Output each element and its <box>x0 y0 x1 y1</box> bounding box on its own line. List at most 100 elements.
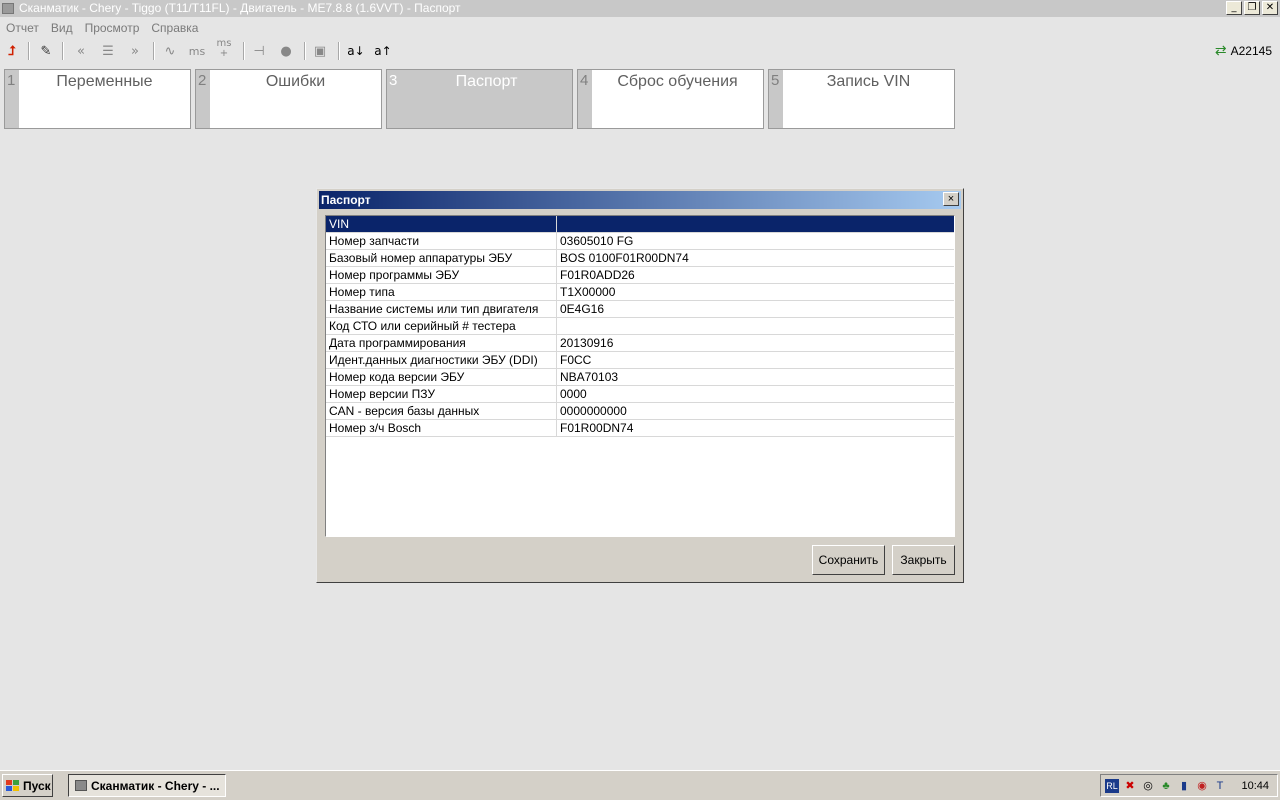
toolbar-separator <box>62 42 64 60</box>
toolbar-separator <box>243 42 245 60</box>
record-icon[interactable]: ● <box>275 41 297 61</box>
taskbar: Пуск Сканматик - Chery - ... RL ✖ ◎ ♣ ▮ … <box>0 770 1280 800</box>
toolbar-separator <box>28 42 30 60</box>
sort-down-button[interactable]: a↓ <box>345 41 367 61</box>
list-icon[interactable]: ☰ <box>97 41 119 61</box>
table-row[interactable]: Номер запчасти 03605010 FG <box>326 233 954 250</box>
ms-minus-button[interactable]: ms <box>186 41 208 61</box>
taskbar-app-button[interactable]: Сканматик - Chery - ... <box>68 774 226 797</box>
taskbar-app-label: Сканматик - Chery - ... <box>91 778 220 793</box>
save-button[interactable]: Сохранить <box>812 545 885 575</box>
toolbar-separator <box>338 42 340 60</box>
user-id: A22145 <box>1230 43 1272 58</box>
tab-variables[interactable]: 1 Переменные <box>4 69 191 129</box>
screenshot-icon[interactable]: ▣ <box>309 41 331 61</box>
row-value: 0000 <box>560 387 587 401</box>
table-row[interactable]: Номер кода версии ЭБУ NBA70103 <box>326 369 954 386</box>
table-row[interactable]: Базовый номер аппаратуры ЭБУ BOS 0100F01R… <box>326 250 954 267</box>
close-button[interactable]: Закрыть <box>892 545 955 575</box>
table-row[interactable]: Номер программы ЭБУ F01R0ADD26 <box>326 267 954 284</box>
close-icon[interactable]: ✕ <box>1262 1 1278 15</box>
app-icon[interactable] <box>2 3 14 14</box>
tab-label: Паспорт <box>455 73 518 90</box>
menu-bar: Отчет Вид Просмотр Справка <box>0 18 1280 38</box>
row-key: Номер программы ЭБУ <box>326 267 557 283</box>
system-tray: RL ✖ ◎ ♣ ▮ ◉ T 10:44 <box>1100 774 1278 797</box>
row-value: T1X00000 <box>560 285 616 299</box>
row-value: 0E4G16 <box>560 302 605 316</box>
next-icon[interactable]: » <box>124 41 146 61</box>
row-value <box>557 216 954 232</box>
row-value: 0000000000 <box>560 404 627 418</box>
dialog-close-icon[interactable]: × <box>943 192 959 206</box>
row-key: Номер кода версии ЭБУ <box>326 369 557 385</box>
row-value <box>557 318 954 334</box>
row-key: Номер з/ч Bosch <box>326 420 557 436</box>
row-key: CAN - версия базы данных <box>326 403 557 419</box>
user-badge[interactable]: ⇄ A22145 <box>1215 42 1272 59</box>
toolbar-separator <box>153 42 155 60</box>
table-row[interactable]: Идент.данных диагностики ЭБУ (DDI) F0CC <box>326 352 954 369</box>
tab-number: 3 <box>389 72 398 89</box>
row-key: Название системы или тип двигателя <box>326 301 557 317</box>
menu-view[interactable]: Вид <box>45 21 79 35</box>
table-row[interactable]: VIN <box>326 216 954 233</box>
table-row[interactable]: CAN - версия базы данных 0000000000 <box>326 403 954 420</box>
table-row[interactable]: Название системы или тип двигателя 0E4G16 <box>326 301 954 318</box>
network-disconnected-icon[interactable]: ✖ <box>1123 779 1137 793</box>
menu-browse[interactable]: Просмотр <box>79 21 146 35</box>
ms-plus-button[interactable]: ms + <box>213 39 235 59</box>
tab-errors[interactable]: 2 Ошибки <box>195 69 382 129</box>
ms-minus-label: ms <box>188 44 206 58</box>
window-titlebar: Сканматик - Chery - Tiggo (T11/T11FL) - … <box>0 0 1280 17</box>
passport-dialog: Паспорт × VIN Номер запчасти 03605010 FG Ба… <box>316 188 964 583</box>
window-title: Сканматик - Chery - Tiggo (T11/T11FL) - … <box>19 1 461 15</box>
table-row[interactable]: Номер версии ПЗУ 0000 <box>326 386 954 403</box>
exit-arrow-icon[interactable]: ⮥ <box>1 41 23 61</box>
dialog-titlebar[interactable]: Паспорт × <box>319 191 961 209</box>
tab-number: 2 <box>198 72 207 89</box>
plus-icon: + <box>219 48 229 59</box>
row-value: 20130916 <box>560 336 614 350</box>
row-key: Дата программирования <box>326 335 557 351</box>
tab-label: Запись VIN <box>826 73 911 90</box>
tab-passport[interactable]: 3 Паспорт <box>386 69 573 129</box>
tab-write-vin[interactable]: 5 Запись VIN <box>768 69 955 129</box>
row-value: F0CC <box>560 353 592 367</box>
row-key: Код СТО или серийный # тестера <box>326 318 557 334</box>
menu-report[interactable]: Отчет <box>0 21 45 35</box>
tool-icon[interactable]: T <box>1213 779 1227 793</box>
sort-up-button[interactable]: a↑ <box>372 41 394 61</box>
table-row[interactable]: Код СТО или серийный # тестера <box>326 318 954 335</box>
row-value: F01R00DN74 <box>560 421 634 435</box>
row-value: 03605010 FG <box>560 234 634 248</box>
language-indicator[interactable]: RL <box>1105 778 1119 793</box>
row-value: BOS 0100F01R00DN74 <box>560 251 689 265</box>
volume-icon[interactable]: ◎ <box>1141 779 1155 793</box>
tab-label: Ошибки <box>265 73 326 90</box>
menu-help[interactable]: Справка <box>145 21 204 35</box>
tab-number: 5 <box>771 72 780 89</box>
row-key: Базовый номер аппаратуры ЭБУ <box>326 250 557 266</box>
dialog-title: Паспорт <box>321 193 371 207</box>
table-row[interactable]: Номер з/ч Bosch F01R00DN74 <box>326 420 954 437</box>
shield-icon[interactable]: ◉ <box>1195 779 1209 793</box>
toolbar: ⮥ ✎ « ☰ » ∿ ms ms + ⊣ ● ▣ a↓ a↑ ⇄ A22145 <box>0 39 1280 63</box>
tab-reset-learning[interactable]: 4 Сброс обучения <box>577 69 764 129</box>
table-row[interactable]: Дата программирования 20130916 <box>326 335 954 352</box>
usb-icon[interactable]: ▮ <box>1177 779 1191 793</box>
passport-table[interactable]: VIN Номер запчасти 03605010 FG Базовый номе… <box>325 215 955 537</box>
previous-icon[interactable]: « <box>70 41 92 61</box>
start-button[interactable]: Пуск <box>2 774 53 797</box>
tab-number: 4 <box>580 72 589 89</box>
report-edit-icon[interactable]: ✎ <box>35 41 57 61</box>
table-row[interactable]: Номер типа T1X00000 <box>326 284 954 301</box>
restore-icon[interactable]: ❐ <box>1244 1 1260 15</box>
row-key: Номер типа <box>326 284 557 300</box>
antivirus-icon[interactable]: ♣ <box>1159 779 1173 793</box>
tab-label: Сброс обучения <box>617 73 738 90</box>
connector-icon[interactable]: ⊣ <box>248 41 270 61</box>
clock: 10:44 <box>1241 779 1269 792</box>
waveform-icon[interactable]: ∿ <box>159 41 181 61</box>
minimize-icon[interactable]: _ <box>1226 1 1242 15</box>
